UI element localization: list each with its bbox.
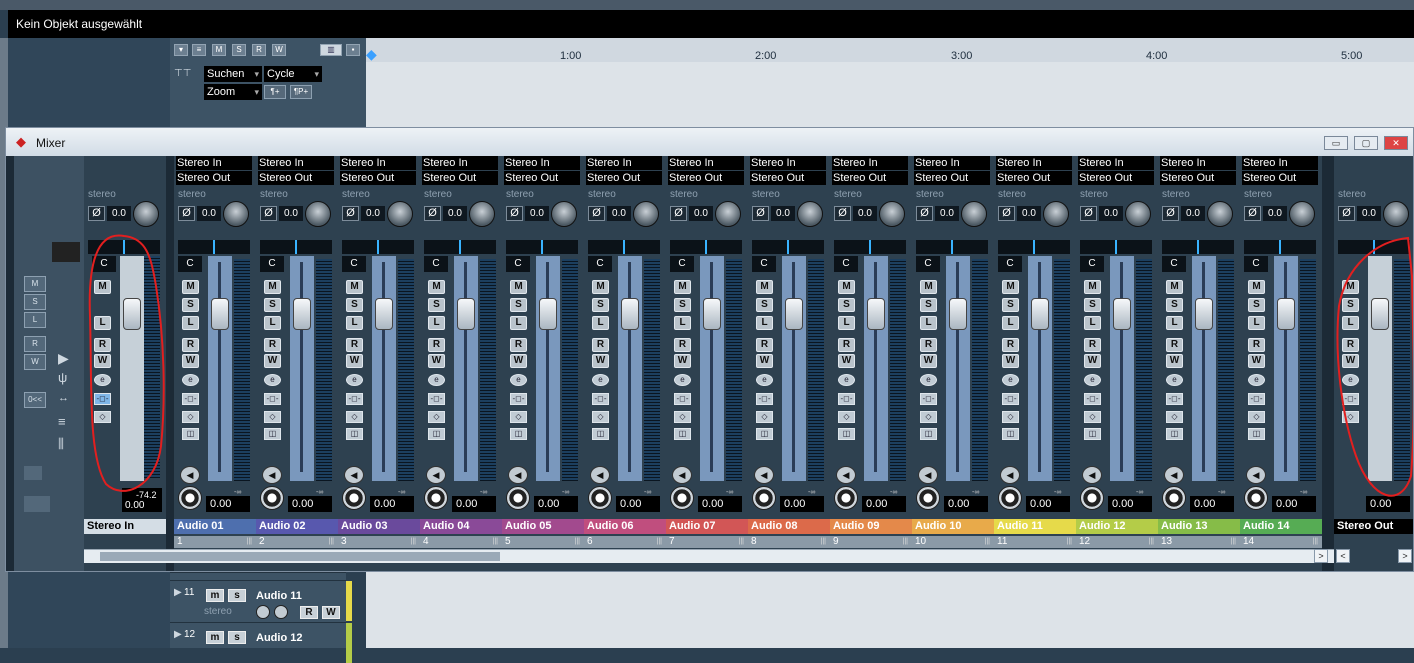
track-list-header: ▾ ≡ M S R W ▥ ▪ ⊤⊤ Suchen Cycle Zoom ¶+ … bbox=[170, 38, 366, 128]
red-annotation bbox=[88, 234, 1413, 497]
mixer-body: M S L R W 0<< ▶ ψ ↔ ≡ ⫼ stereo Ø 0.0 C M… bbox=[6, 156, 1413, 571]
track-number: 11 bbox=[184, 587, 195, 598]
track-channel-format: stereo bbox=[204, 606, 232, 617]
status-text: Kein Objekt ausgewählt bbox=[16, 17, 143, 31]
inspector-lower bbox=[8, 572, 170, 648]
collapse-icon[interactable]: ▾ bbox=[174, 44, 188, 56]
ruler-mark: 1:00 bbox=[560, 50, 582, 62]
track-name[interactable]: Audio 12 bbox=[256, 632, 302, 644]
status-bar: Kein Objekt ausgewählt bbox=[8, 10, 1414, 38]
list-icon[interactable]: ≡ bbox=[192, 44, 206, 56]
mute-button[interactable]: m bbox=[206, 589, 224, 602]
ruler-mark: 4:00 bbox=[1146, 50, 1168, 62]
record-enable-icon[interactable] bbox=[256, 605, 270, 619]
filter-icon[interactable]: ⊤⊤ bbox=[174, 68, 191, 79]
cubase-logo-icon: ◆ bbox=[16, 134, 26, 149]
header-solo-button[interactable]: S bbox=[232, 44, 246, 56]
ruler-mark: 2:00 bbox=[755, 50, 777, 62]
track-row[interactable] bbox=[170, 572, 346, 580]
mute-button[interactable]: m bbox=[206, 631, 224, 644]
track-row[interactable]: ▶ 12 m s Audio 12 bbox=[170, 622, 352, 663]
header-mute-button[interactable]: M bbox=[212, 44, 226, 56]
mixer-title: Mixer bbox=[36, 136, 66, 150]
monitor-icon[interactable] bbox=[274, 605, 288, 619]
close-button[interactable]: ✕ bbox=[1384, 136, 1408, 150]
event-grid-bottom[interactable] bbox=[366, 572, 1414, 648]
read-button[interactable]: R bbox=[300, 606, 318, 619]
mixer-window: ◆ Mixer ▭ ▢ ✕ M S L R W 0<< ▶ ψ ↔ ≡ ⫼ st… bbox=[5, 127, 1414, 572]
expand-icon[interactable]: ▶ bbox=[174, 587, 182, 598]
minimize-button[interactable]: ▭ bbox=[1324, 136, 1348, 150]
mixer-toggle-icon[interactable]: ▥ bbox=[320, 44, 342, 56]
cycle-dropdown[interactable]: Cycle bbox=[264, 66, 322, 82]
time-ruler[interactable]: ◆ 1:00 2:00 3:00 4:00 5:00 bbox=[366, 38, 1414, 62]
project-inspector-area bbox=[8, 38, 170, 128]
track-color bbox=[346, 623, 352, 663]
header-write-button[interactable]: W bbox=[272, 44, 286, 56]
maximize-button[interactable]: ▢ bbox=[1354, 136, 1378, 150]
window-icon[interactable]: ▪ bbox=[346, 44, 360, 56]
track-color bbox=[346, 581, 352, 621]
solo-button[interactable]: s bbox=[228, 631, 246, 644]
solo-button[interactable]: s bbox=[228, 589, 246, 602]
top-toolbar bbox=[0, 0, 1414, 10]
search-dropdown[interactable]: Suchen bbox=[204, 66, 262, 82]
cycle-start-marker[interactable]: ◆ bbox=[366, 46, 377, 63]
ruler-mark: 5:00 bbox=[1341, 50, 1363, 62]
add-folder-button[interactable]: ¶P+ bbox=[290, 85, 312, 99]
ruler-mark: 3:00 bbox=[951, 50, 973, 62]
track-list: ▶ 11 m s Audio 11 stereo R W ▶ 12 m s Au… bbox=[170, 572, 352, 663]
expand-icon[interactable]: ▶ bbox=[174, 629, 182, 640]
track-name[interactable]: Audio 11 bbox=[256, 590, 302, 602]
zoom-dropdown[interactable]: Zoom bbox=[204, 84, 262, 100]
event-grid-top[interactable] bbox=[366, 62, 1414, 128]
header-read-button[interactable]: R bbox=[252, 44, 266, 56]
mixer-titlebar[interactable]: ◆ Mixer ▭ ▢ ✕ bbox=[6, 128, 1413, 156]
track-number: 12 bbox=[184, 629, 196, 640]
track-row[interactable]: ▶ 11 m s Audio 11 stereo R W bbox=[170, 580, 352, 621]
add-track-button[interactable]: ¶+ bbox=[264, 85, 286, 99]
write-button[interactable]: W bbox=[322, 606, 340, 619]
